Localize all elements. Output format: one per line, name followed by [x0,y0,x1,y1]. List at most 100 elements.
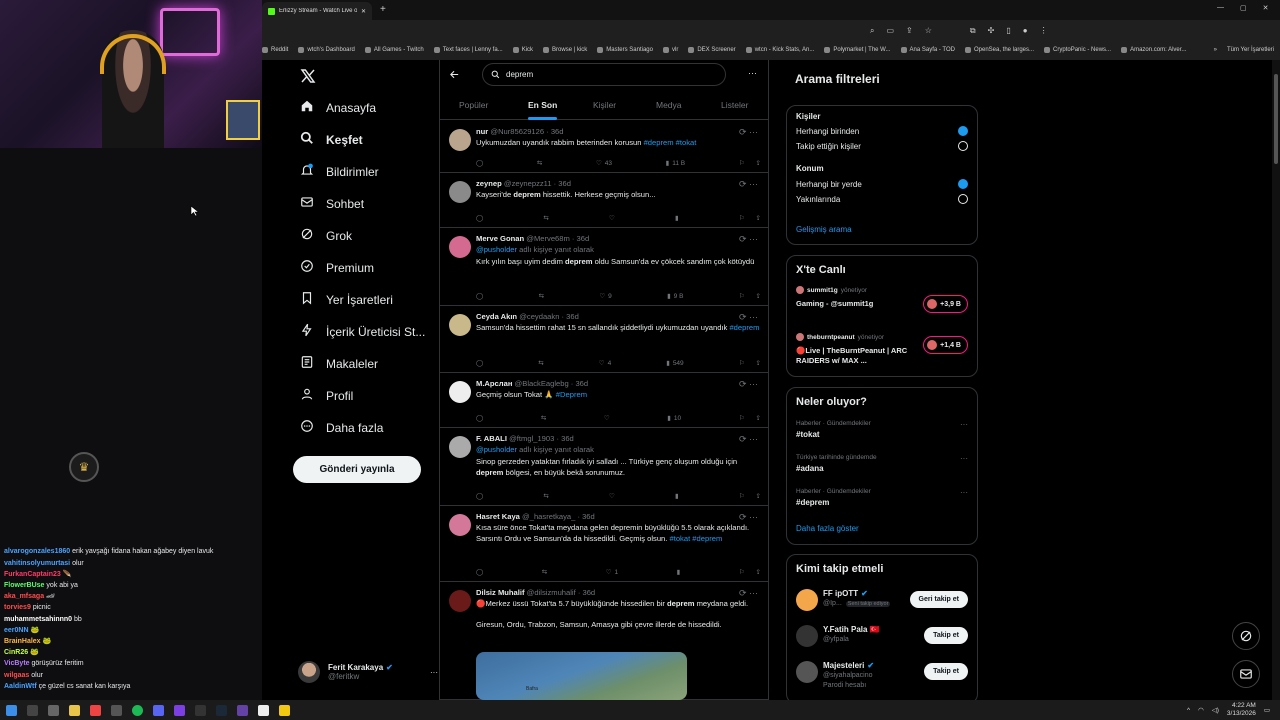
bookmark-item[interactable]: All Games - Twitch [364,46,424,53]
tweet[interactable]: Dilsiz Muhalif @dilsizmuhalif · 36d ⟳ ···… [440,582,768,700]
tab-listeler[interactable]: Listeler [721,100,748,110]
x-logo-icon[interactable] [300,68,316,84]
discord-icon[interactable] [153,704,164,716]
steam-icon[interactable] [216,704,227,716]
avatar[interactable] [449,436,471,458]
avatar[interactable] [449,181,471,203]
chat-username[interactable]: VicByte [4,660,30,667]
follow-suggestion[interactable]: FF ipOTT ✔ @Ip... Seni takip ediyor Geri tak… [796,587,968,617]
share-icon[interactable]: ⇪ [756,414,761,422]
bookmark-item[interactable]: Amazon.com: Alver... [1121,46,1186,53]
chat-username[interactable]: FlowerBUse [4,582,44,589]
retweet-button[interactable]: ⇆ [543,491,548,501]
reply-button[interactable]: ◯ [476,291,483,301]
all-bookmarks-button[interactable]: Tüm Yer İşaretleri [1227,47,1280,53]
tweet-more-icon[interactable]: ⟳ ··· [739,512,758,523]
radio-checked-icon[interactable] [958,126,968,136]
nav-item-bell[interactable]: Bildirimler [300,163,379,180]
chat-username[interactable]: aka_mfsaga [4,593,44,600]
share-icon[interactable]: ⇪ [756,359,761,367]
chat-username[interactable]: torvies9 [4,604,31,611]
reply-button[interactable]: ◯ [476,158,483,168]
tab-en-son[interactable]: En Son [528,100,558,120]
reply-button[interactable]: ◯ [476,491,483,501]
bookmark-item[interactable]: vlr [662,46,678,53]
grok-float-button[interactable] [1232,622,1260,650]
start-icon[interactable] [6,704,17,716]
tweet[interactable]: nur @Nur85629126 · 36d ⟳ ··· Uykumuzdan uy… [440,121,768,173]
obs-icon[interactable] [237,704,248,716]
show-more-trends-link[interactable]: Daha fazla göster [796,524,968,533]
share-icon[interactable]: ⇪ [756,292,761,300]
chat-username[interactable]: alvarogonzales1860 [4,548,70,555]
follow-button[interactable]: Geri takip et [909,591,968,608]
retweet-button[interactable]: ⇆ [539,291,544,301]
retweet-button[interactable]: ⇆ [541,413,546,423]
explorer-icon[interactable] [69,704,80,716]
share-icon[interactable]: ⇪ [756,159,761,167]
chat-username[interactable]: eer0NN [4,627,29,634]
tweet[interactable]: Hasret Kaya @_hasretkaya_ · 36d ⟳ ··· Kısa… [440,506,768,582]
post-button[interactable]: Gönderi yayınla [293,456,421,483]
views-button[interactable]: ▮ [677,567,681,577]
author-name[interactable]: F. ABALI [476,434,507,443]
share-icon[interactable]: ⇪ [756,492,761,500]
cast-icon[interactable]: ▭ [886,26,894,36]
retweet-button[interactable]: ⇆ [538,358,543,368]
filter-option-following[interactable]: Takip ettiğin kişiler [796,141,968,151]
volume-icon[interactable]: ◁) [1212,706,1219,714]
views-button[interactable]: ▮ 11 B [666,158,685,168]
bookmark-item[interactable]: DEX Screener [688,46,736,53]
radio-checked-icon[interactable] [958,179,968,189]
filter-option-anyone[interactable]: Herhangi birinden [796,126,968,136]
task-view-icon[interactable] [48,704,59,716]
tweet[interactable]: М.Арслан @BlackEaglebg · 36d ⟳ ··· Geçmiş … [440,373,768,428]
nav-item-person[interactable]: Profil [300,387,353,404]
tweet-more-icon[interactable]: ⟳ ··· [739,434,758,445]
follow-button[interactable]: Takip et [924,663,968,680]
bookmark-item[interactable]: Reddit [262,46,288,53]
tweet-more-icon[interactable]: ⟳ ··· [739,312,758,323]
hashtag[interactable]: #tokat #deprem [670,534,723,543]
taskbar-search-icon[interactable] [27,704,38,716]
nav-item-more-circle[interactable]: Daha fazla [300,419,383,436]
search-more-button[interactable]: ··· [748,68,757,78]
live-space-item[interactable]: summit1g yönetiyor Gaming - @summit1g +3,9 … [796,286,968,326]
close-tab-icon[interactable]: ✕ [361,8,366,15]
like-button[interactable]: ♡ [609,213,615,223]
clock-time[interactable]: 4:22 AM [1227,702,1256,710]
tweet[interactable]: Merve Gonan @Merve68m · 36d ⟳ ··· @pushold… [440,228,768,306]
tray-chevron-icon[interactable]: ^ [1187,707,1190,714]
close-window-icon[interactable]: ✕ [1263,4,1269,12]
bookmark-item[interactable]: Kick [512,46,533,53]
hashtag[interactable]: #deprem #tokat [644,138,697,147]
avatar[interactable] [449,314,471,336]
tweet[interactable]: Ceyda Akın @ceydaakn · 36d ⟳ ··· Samsun'da… [440,306,768,373]
bookmark-icon[interactable]: ⚐ [739,214,745,222]
nav-item-home[interactable]: Anasayfa [300,99,376,116]
live-space-item[interactable]: theburntpeanut yönetiyor 🔴Live | TheBurntP… [796,333,968,373]
bookmark-item[interactable]: Ana Sayfa - TOD [900,46,955,53]
filter-option-anywhere[interactable]: Herhangi bir yerde [796,179,968,189]
views-button[interactable]: ▮ [675,213,679,223]
author-name[interactable]: zeynep [476,179,502,188]
avatar[interactable] [449,590,471,612]
follow-suggestion[interactable]: Majesteleri ✔ @siyahalpacino Parodi hesabı T… [796,659,968,689]
search-input[interactable]: deprem [482,63,726,86]
hashtag[interactable]: #Deprem [556,390,587,399]
avatar[interactable] [449,381,471,403]
trend-more-icon[interactable]: ··· [960,454,968,463]
nav-item-lightning[interactable]: İçerik Üreticisi St... [300,323,425,340]
share-icon[interactable]: ⇪ [756,214,761,222]
tweet-more-icon[interactable]: ⟳ ··· [739,379,758,390]
avatar[interactable] [449,236,471,258]
wifi-icon[interactable]: ◠ [1198,706,1204,714]
radio-unchecked-icon[interactable] [958,194,968,204]
profile-avatar-icon[interactable]: ● [1023,26,1028,36]
nav-item-bookmark[interactable]: Yer İşaretleri [300,291,393,308]
tab-medya[interactable]: Medya [656,100,682,110]
reply-button[interactable]: ◯ [476,413,483,423]
retweet-button[interactable]: ⇆ [542,567,547,577]
new-tab-button[interactable]: + [380,4,386,15]
chat-username[interactable]: CinR26 [4,649,28,656]
